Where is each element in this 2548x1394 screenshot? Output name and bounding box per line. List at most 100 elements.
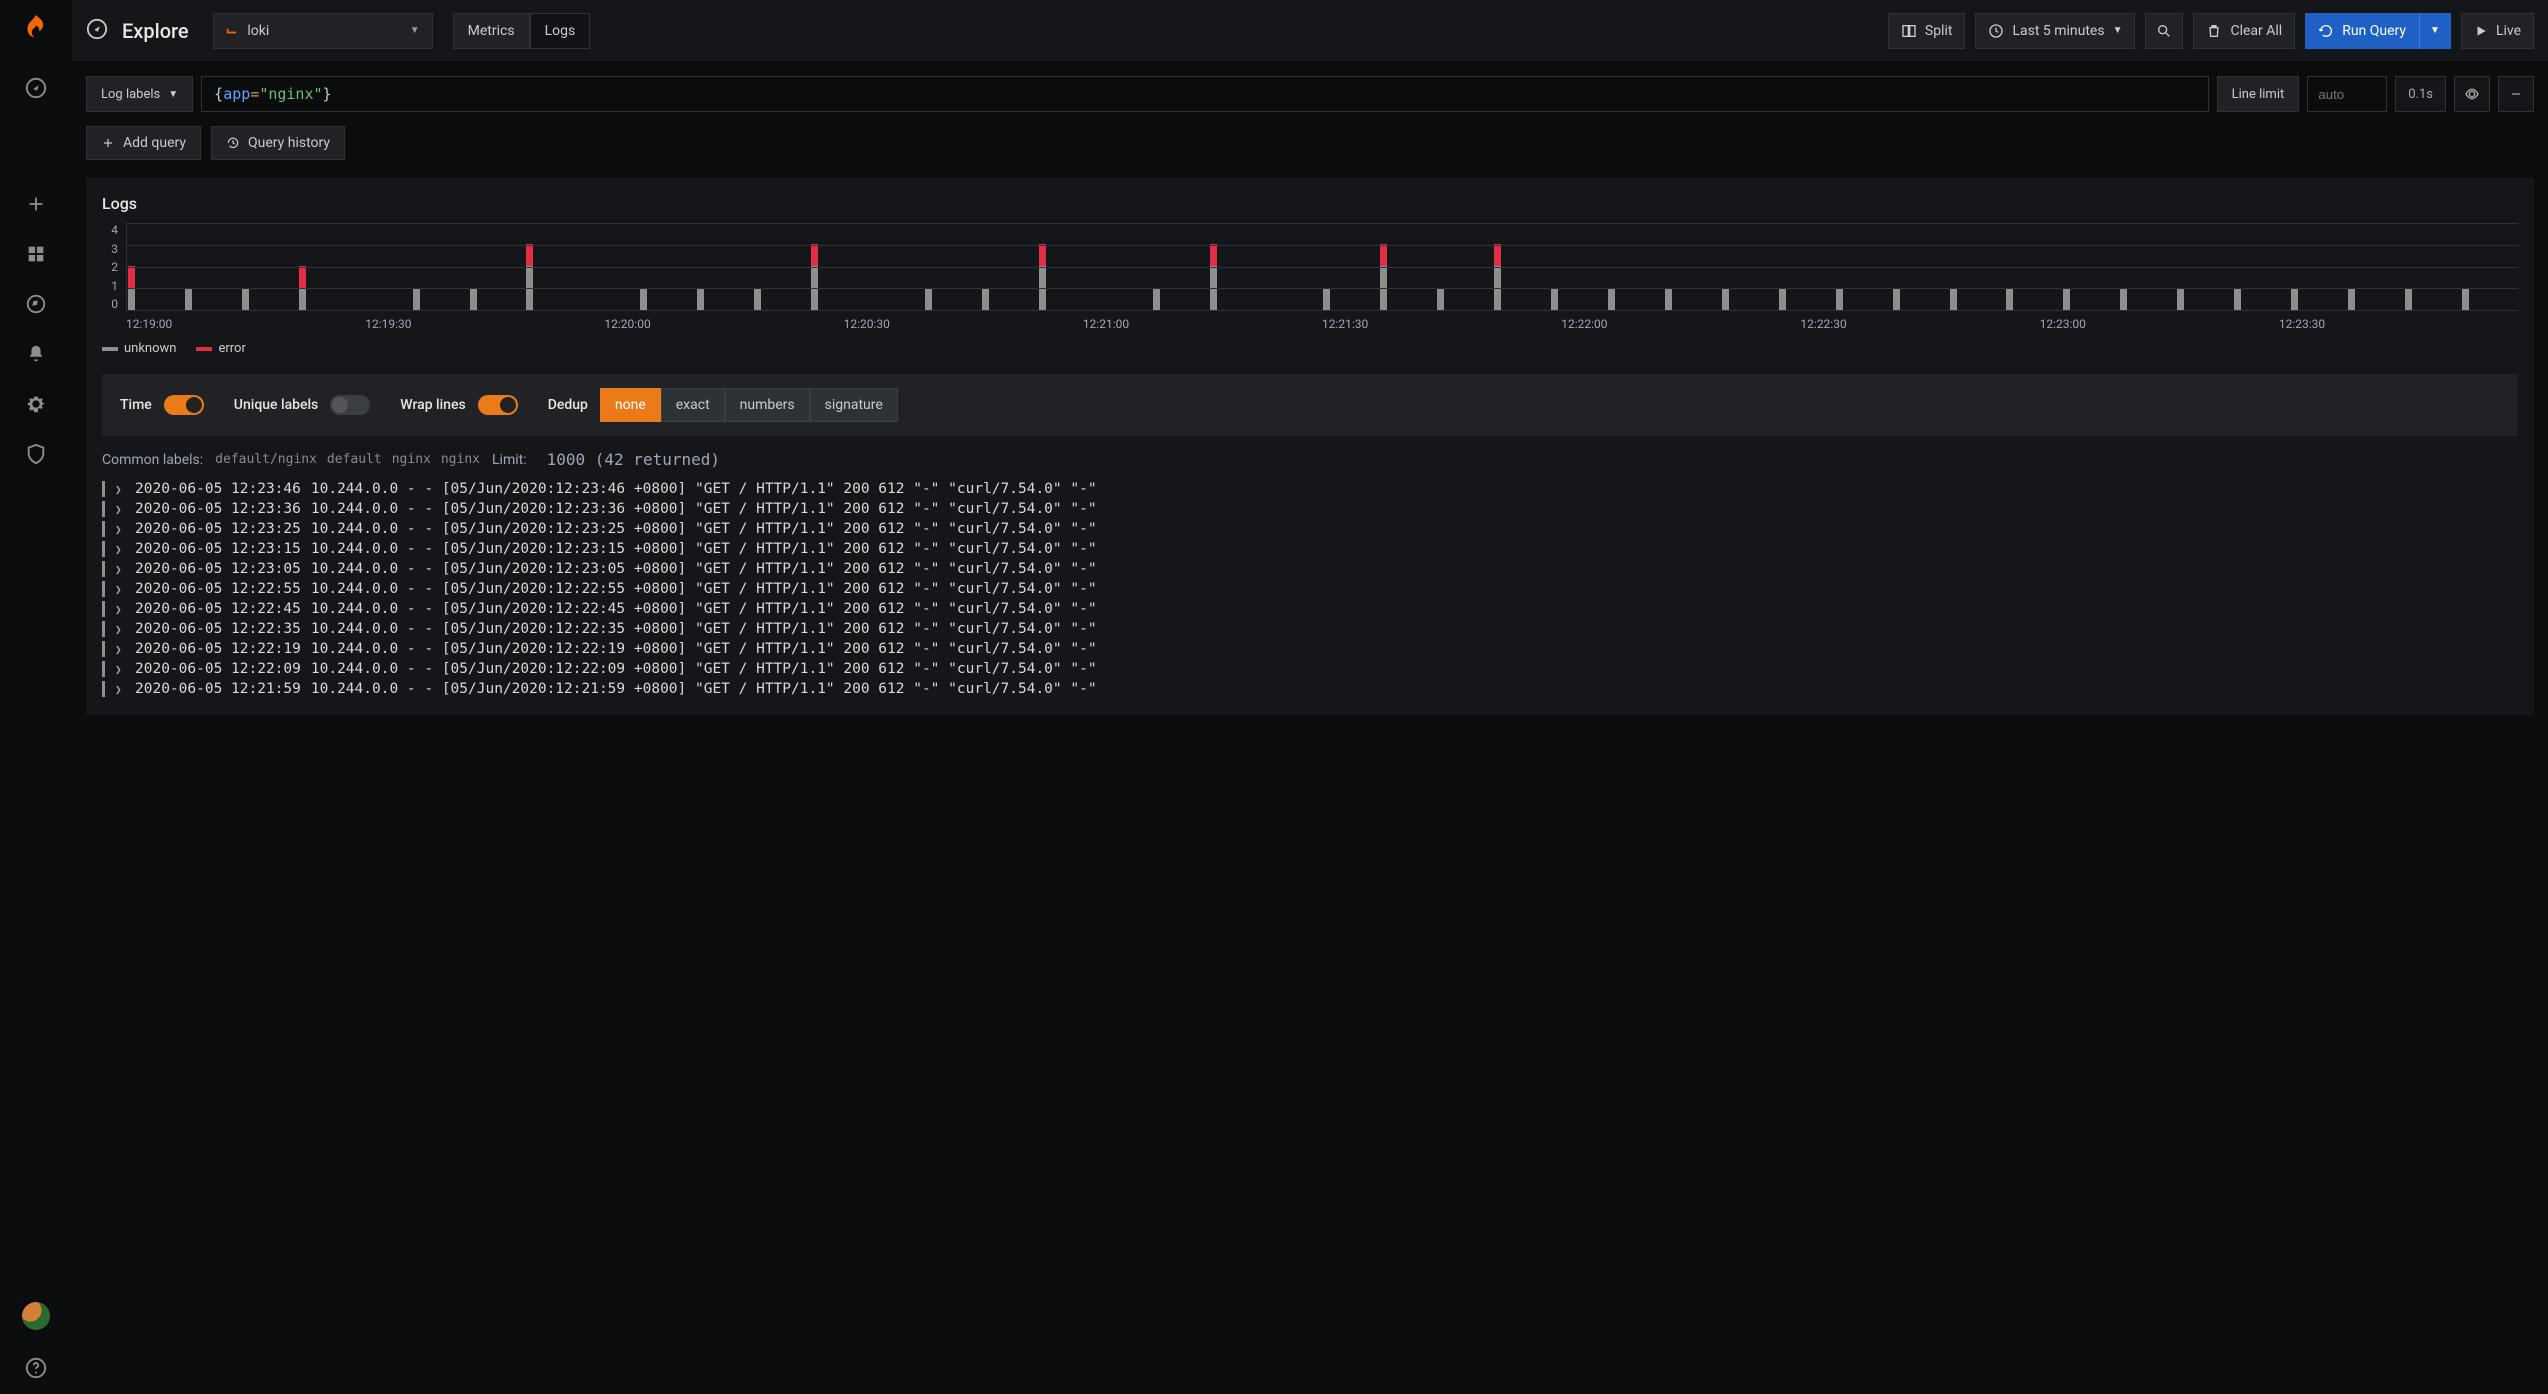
bar[interactable] <box>1721 288 1778 310</box>
bar[interactable] <box>1835 288 1892 310</box>
clear-all-button[interactable]: Clear All <box>2193 13 2295 49</box>
bar[interactable] <box>2290 288 2347 310</box>
toggle-unique-labels[interactable] <box>330 395 370 415</box>
log-row[interactable]: ❯2020-06-05 12:23:1510.244.0.0 - - [05/J… <box>102 539 2518 559</box>
bar[interactable] <box>810 244 867 310</box>
bar[interactable] <box>1209 244 1266 310</box>
live-label: Live <box>2496 23 2521 39</box>
expand-icon[interactable]: ❯ <box>115 683 125 696</box>
bar[interactable] <box>2176 288 2233 310</box>
legend-unknown[interactable]: unknown <box>102 341 176 356</box>
remove-query-button[interactable] <box>2498 76 2534 112</box>
bell-icon[interactable] <box>24 342 48 366</box>
explore-compass-icon[interactable] <box>24 292 48 316</box>
expand-icon[interactable]: ❯ <box>115 643 125 656</box>
expand-icon[interactable]: ❯ <box>115 583 125 596</box>
bar[interactable] <box>924 288 981 310</box>
bar[interactable] <box>2404 288 2461 310</box>
dedup-numbers[interactable]: numbers <box>725 388 810 422</box>
expand-icon[interactable]: ❯ <box>115 543 125 556</box>
grafana-logo-icon[interactable] <box>19 12 53 50</box>
log-row[interactable]: ❯2020-06-05 12:22:0910.244.0.0 - - [05/J… <box>102 659 2518 679</box>
query-history-button[interactable]: Query history <box>211 126 345 160</box>
log-row[interactable]: ❯2020-06-05 12:22:1910.244.0.0 - - [05/J… <box>102 639 2518 659</box>
bar[interactable] <box>1778 288 1835 310</box>
dedup-signature[interactable]: signature <box>810 388 898 422</box>
legend-error[interactable]: error <box>196 341 245 356</box>
bar[interactable] <box>2119 288 2176 310</box>
bar[interactable] <box>1152 288 1209 310</box>
dedup-exact[interactable]: exact <box>661 388 725 422</box>
dedup-none[interactable]: none <box>600 388 661 422</box>
bar[interactable] <box>469 288 526 310</box>
expand-icon[interactable]: ❯ <box>115 663 125 676</box>
timerange-picker[interactable]: Last 5 minutes ▼ <box>1975 13 2135 49</box>
toggle-wrap-lines[interactable] <box>478 395 518 415</box>
split-button[interactable]: Split <box>1888 13 1966 49</box>
log-row[interactable]: ❯2020-06-05 12:22:3510.244.0.0 - - [05/J… <box>102 619 2518 639</box>
bar[interactable] <box>1949 288 2006 310</box>
bar[interactable] <box>1322 288 1379 310</box>
log-row[interactable]: ❯2020-06-05 12:23:0510.244.0.0 - - [05/J… <box>102 559 2518 579</box>
gear-icon[interactable] <box>24 392 48 416</box>
tab-metrics[interactable]: Metrics <box>453 13 530 49</box>
compass-icon[interactable] <box>24 76 48 100</box>
log-labels-button[interactable]: Log labels ▼ <box>86 76 193 112</box>
log-row[interactable]: ❯2020-06-05 12:23:4610.244.0.0 - - [05/J… <box>102 479 2518 499</box>
run-query-dropdown[interactable]: ▼ <box>2419 13 2451 49</box>
bar[interactable] <box>241 288 298 310</box>
query-editor[interactable]: {app="nginx"} <box>201 76 2208 112</box>
chart-area[interactable] <box>126 223 2518 311</box>
bar[interactable] <box>1550 288 1607 310</box>
expand-icon[interactable]: ❯ <box>115 483 125 496</box>
shield-icon[interactable] <box>24 442 48 466</box>
log-row[interactable]: ❯2020-06-05 12:22:4510.244.0.0 - - [05/J… <box>102 599 2518 619</box>
query-inspector-button[interactable] <box>2454 76 2490 112</box>
zoom-button[interactable] <box>2145 13 2183 49</box>
datasource-select[interactable]: ⌙ loki ▼ <box>213 13 433 49</box>
bar[interactable] <box>2347 288 2404 310</box>
bar[interactable] <box>2233 288 2290 310</box>
expand-icon[interactable]: ❯ <box>115 523 125 536</box>
opt-dedup-label: Dedup <box>548 397 588 413</box>
plus-icon[interactable] <box>24 192 48 216</box>
tab-logs[interactable]: Logs <box>530 13 591 49</box>
bar[interactable] <box>1436 288 1493 310</box>
bar[interactable] <box>2461 288 2518 310</box>
run-query-button[interactable]: Run Query <box>2305 13 2419 49</box>
bar[interactable] <box>184 288 241 310</box>
bar[interactable] <box>412 288 469 310</box>
limit-value: 1000 (42 returned) <box>547 450 720 469</box>
add-query-button[interactable]: Add query <box>86 126 201 160</box>
expand-icon[interactable]: ❯ <box>115 623 125 636</box>
bar[interactable] <box>1664 288 1721 310</box>
bar[interactable] <box>639 288 696 310</box>
bar[interactable] <box>1493 244 1550 310</box>
bar[interactable] <box>753 288 810 310</box>
bar[interactable] <box>525 244 582 310</box>
log-row[interactable]: ❯2020-06-05 12:21:5910.244.0.0 - - [05/J… <box>102 679 2518 699</box>
live-button[interactable]: Live <box>2461 13 2534 49</box>
bar[interactable] <box>696 288 753 310</box>
user-avatar[interactable] <box>22 1302 50 1330</box>
query-actions: Add query Query history <box>86 126 2534 160</box>
side-nav <box>0 0 72 1394</box>
bar[interactable] <box>1892 288 1949 310</box>
log-row[interactable]: ❯2020-06-05 12:23:3610.244.0.0 - - [05/J… <box>102 499 2518 519</box>
expand-icon[interactable]: ❯ <box>115 563 125 576</box>
bar[interactable] <box>981 288 1038 310</box>
expand-icon[interactable]: ❯ <box>115 503 125 516</box>
log-row[interactable]: ❯2020-06-05 12:22:5510.244.0.0 - - [05/J… <box>102 579 2518 599</box>
toggle-time[interactable] <box>164 395 204 415</box>
bar[interactable] <box>2062 288 2119 310</box>
line-limit-input[interactable] <box>2307 76 2387 112</box>
help-icon[interactable] <box>24 1356 48 1380</box>
apps-icon[interactable] <box>24 242 48 266</box>
bar[interactable] <box>1038 244 1095 310</box>
log-row[interactable]: ❯2020-06-05 12:23:2510.244.0.0 - - [05/J… <box>102 519 2518 539</box>
bar[interactable] <box>2005 288 2062 310</box>
expand-icon[interactable]: ❯ <box>115 603 125 616</box>
bar[interactable] <box>1607 288 1664 310</box>
level-bar <box>102 641 105 657</box>
bar[interactable] <box>1379 244 1436 310</box>
